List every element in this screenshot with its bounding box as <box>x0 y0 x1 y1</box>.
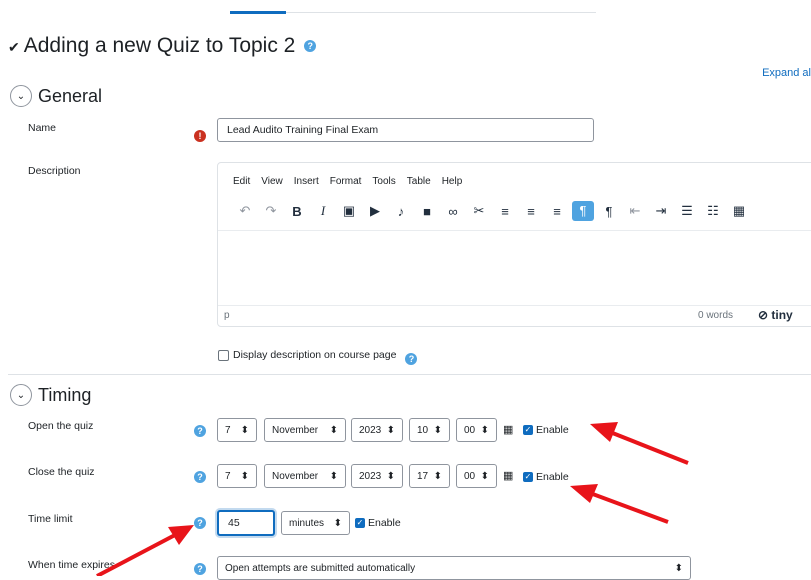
annotation-arrows <box>96 422 689 576</box>
annotation-arrow <box>570 484 669 524</box>
annotation-arrow <box>590 422 689 465</box>
annotation-arrow <box>96 525 194 576</box>
